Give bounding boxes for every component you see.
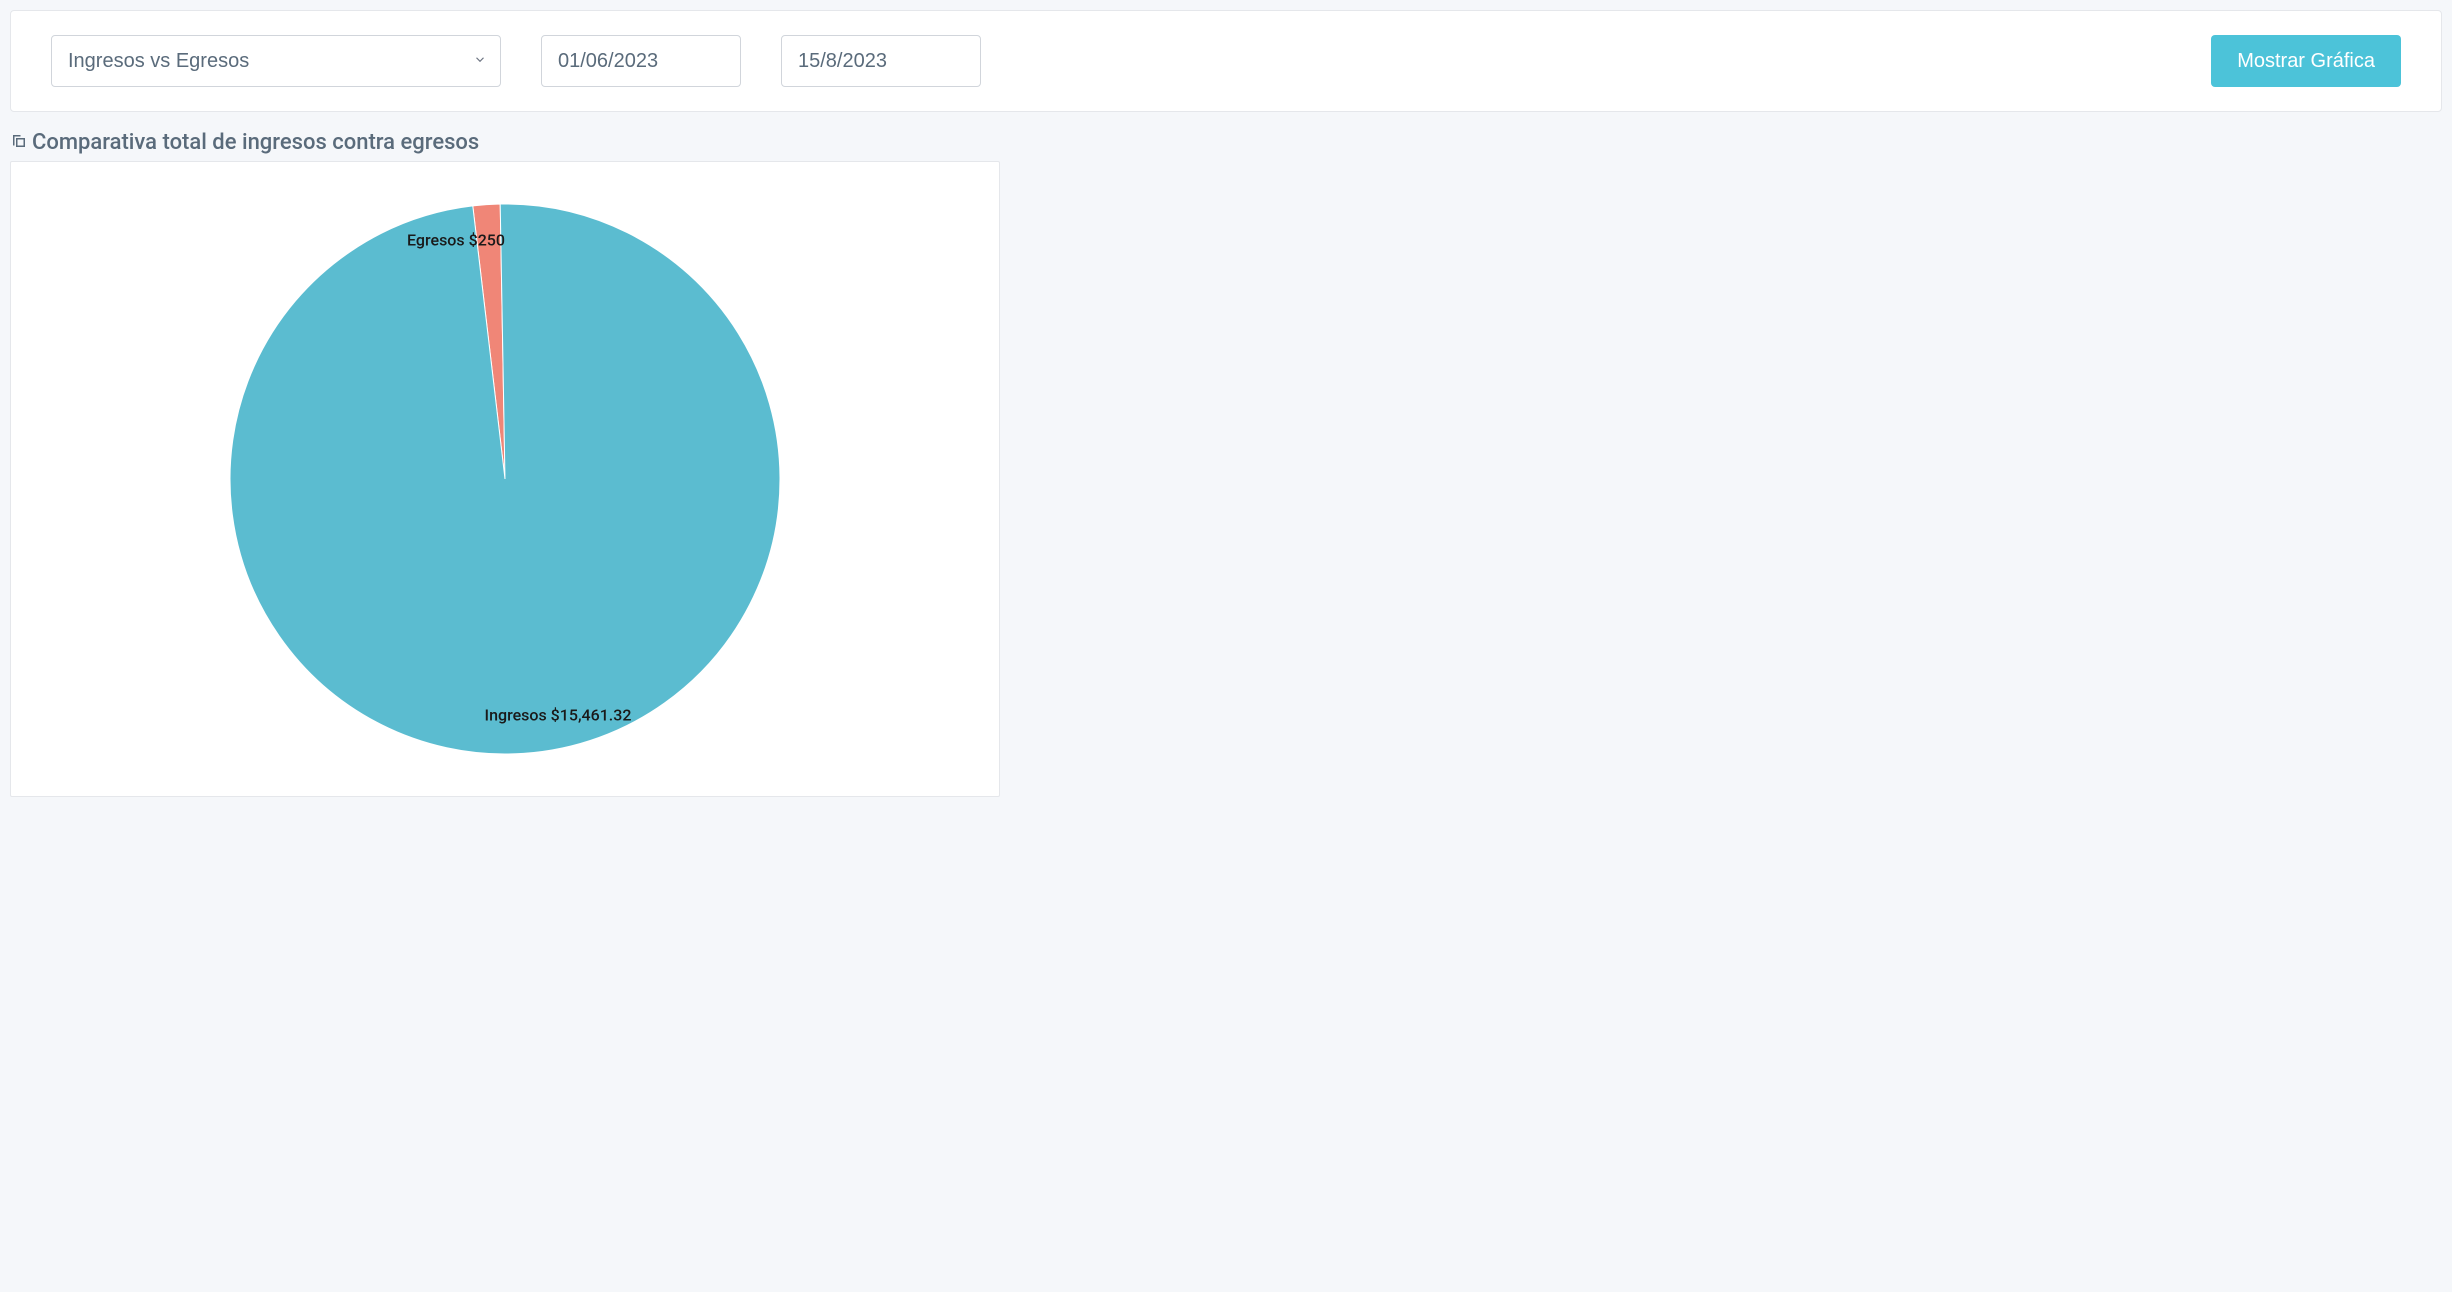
report-type-select[interactable]: [51, 35, 501, 87]
chart-title-row: Comparativa total de ingresos contra egr…: [10, 124, 2442, 161]
pie-chart: [225, 199, 785, 759]
date-end-input[interactable]: [781, 35, 981, 87]
report-type-select-wrapper: [51, 35, 501, 87]
slice-label-ingresos: Ingresos $15,461.32: [485, 706, 632, 725]
slice-label-egresos: Egresos $250: [407, 231, 505, 250]
show-chart-button[interactable]: Mostrar Gráfica: [2211, 35, 2401, 87]
files-icon: [10, 132, 28, 154]
date-start-input[interactable]: [541, 35, 741, 87]
chart-section: Comparativa total de ingresos contra egr…: [10, 124, 2442, 797]
filter-bar: Mostrar Gráfica: [10, 10, 2442, 112]
chart-title: Comparativa total de ingresos contra egr…: [32, 130, 479, 155]
pie-slice-ingresos: [230, 204, 780, 754]
chart-card: Egresos $250 Ingresos $15,461.32: [10, 161, 1000, 797]
